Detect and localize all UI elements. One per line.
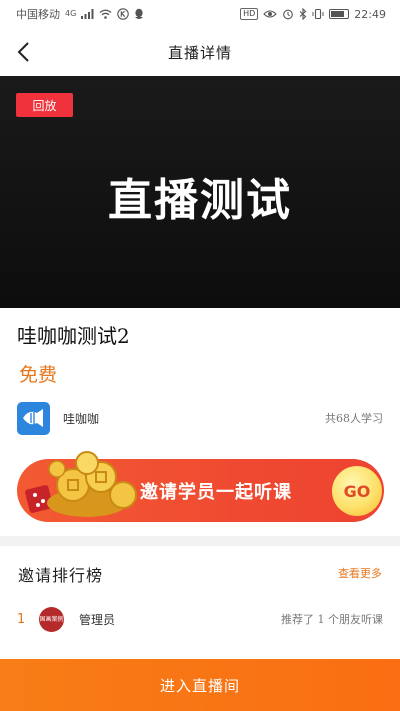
video-player[interactable]: 回放 直播测试 bbox=[0, 76, 400, 308]
replay-badge: 回放 bbox=[16, 93, 73, 117]
enter-live-room-button[interactable]: 进入直播间 bbox=[0, 659, 400, 711]
signal-icon bbox=[81, 9, 94, 19]
chevron-left-icon bbox=[17, 42, 29, 62]
teacher-row[interactable]: 哇咖咖 共68人学习 bbox=[17, 400, 383, 436]
status-left: 中国移动 4G bbox=[16, 6, 144, 22]
invite-banner[interactable]: 邀请学员一起听课 GO bbox=[17, 451, 384, 522]
user-avatar: 国画案例 bbox=[39, 606, 64, 632]
clock-time: 22:49 bbox=[354, 7, 386, 21]
price-label: 免费 bbox=[19, 364, 58, 386]
teacher-name: 哇咖咖 bbox=[63, 411, 100, 426]
vibrate-icon bbox=[312, 8, 324, 20]
go-button[interactable]: GO bbox=[332, 466, 382, 516]
section-divider bbox=[0, 536, 400, 546]
penguin-icon bbox=[135, 8, 144, 19]
referral-description: 推荐了 1 个朋友听课 bbox=[281, 613, 383, 626]
course-title: 哇咖咖测试2 bbox=[17, 324, 130, 348]
status-right: HD 22:49 bbox=[240, 8, 386, 21]
page-title: 直播详情 bbox=[167, 43, 232, 62]
bluetooth-icon bbox=[299, 8, 307, 20]
alarm-icon bbox=[283, 9, 294, 20]
nav-bar: 直播详情 bbox=[0, 28, 400, 76]
wifi-icon bbox=[99, 9, 112, 19]
carrier-label: 中国移动 bbox=[16, 8, 60, 21]
see-more-link[interactable]: 查看更多 bbox=[338, 565, 382, 581]
rank-number: 1 bbox=[17, 611, 26, 627]
coins-illustration-icon bbox=[25, 451, 137, 517]
status-bar: 中国移动 4G HD 22:49 bbox=[0, 0, 400, 28]
hd-badge: HD bbox=[240, 8, 259, 20]
network-type-label: 4G bbox=[65, 9, 77, 18]
ranking-row: 1 国画案例 管理员 推荐了 1 个朋友听课 bbox=[17, 604, 383, 634]
back-button[interactable] bbox=[14, 40, 36, 64]
k-app-icon bbox=[117, 8, 130, 20]
ranking-title: 邀请排行榜 bbox=[18, 566, 104, 585]
video-caption: 直播测试 bbox=[108, 175, 292, 226]
invite-text: 邀请学员一起听课 bbox=[140, 482, 292, 503]
learner-count: 共68人学习 bbox=[325, 412, 383, 425]
eye-icon bbox=[263, 10, 278, 18]
user-name: 管理员 bbox=[79, 612, 116, 627]
battery-icon bbox=[329, 9, 350, 19]
fish-logo-icon bbox=[22, 409, 43, 427]
teacher-avatar bbox=[17, 401, 50, 435]
